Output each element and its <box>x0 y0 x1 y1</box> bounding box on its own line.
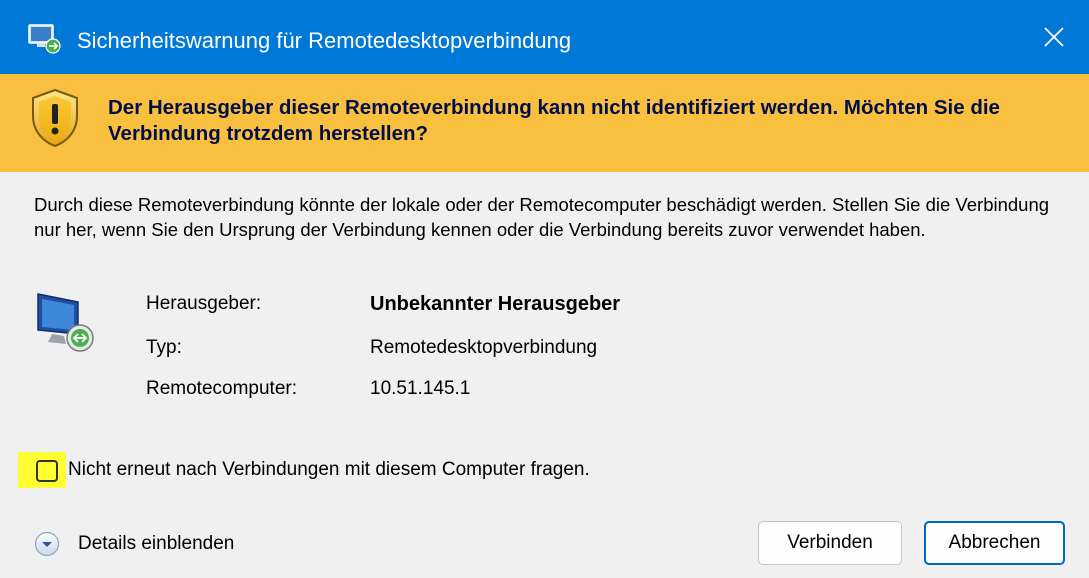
window-title: Sicherheitswarnung für Remotedesktopverb… <box>77 28 572 53</box>
remote-desktop-app-icon <box>28 24 61 54</box>
close-button[interactable] <box>1019 0 1089 74</box>
chevron-down-circle-icon <box>34 531 60 557</box>
info-row-publisher: Herausgeber: Unbekannter Herausgeber <box>0 289 1089 319</box>
publisher-label: Herausgeber: <box>146 293 262 314</box>
dont-ask-again-label[interactable]: Nicht erneut nach Verbindungen mit diese… <box>68 456 590 484</box>
type-value: Remotedesktopverbindung <box>370 337 598 358</box>
type-label: Typ: <box>146 337 182 358</box>
security-warning-dialog: Sicherheitswarnung für Remotedesktopverb… <box>0 0 1089 578</box>
connect-button[interactable]: Verbinden <box>758 521 902 565</box>
cancel-button[interactable]: Abbrechen <box>924 521 1065 565</box>
show-details-label: Details einblenden <box>78 533 235 554</box>
shield-warning-icon <box>32 88 78 148</box>
info-row-type: Typ: Remotedesktopverbindung <box>0 333 1089 363</box>
close-icon <box>1044 27 1064 47</box>
info-row-remote-computer: Remotecomputer: 10.51.145.1 <box>0 374 1089 404</box>
remote-computer-value: 10.51.145.1 <box>370 378 471 399</box>
title-bar[interactable]: Sicherheitswarnung für Remotedesktopverb… <box>0 0 1089 74</box>
show-details-button[interactable]: Details einblenden <box>34 527 274 561</box>
publisher-value: Unbekannter Herausgeber <box>370 293 621 315</box>
description-text: Durch diese Remoteverbindung könnte der … <box>34 194 1050 240</box>
remote-computer-label: Remotecomputer: <box>146 378 298 399</box>
warning-message: Der Herausgeber dieser Remoteverbindung … <box>108 96 1000 145</box>
dont-ask-again-checkbox[interactable] <box>36 460 58 482</box>
